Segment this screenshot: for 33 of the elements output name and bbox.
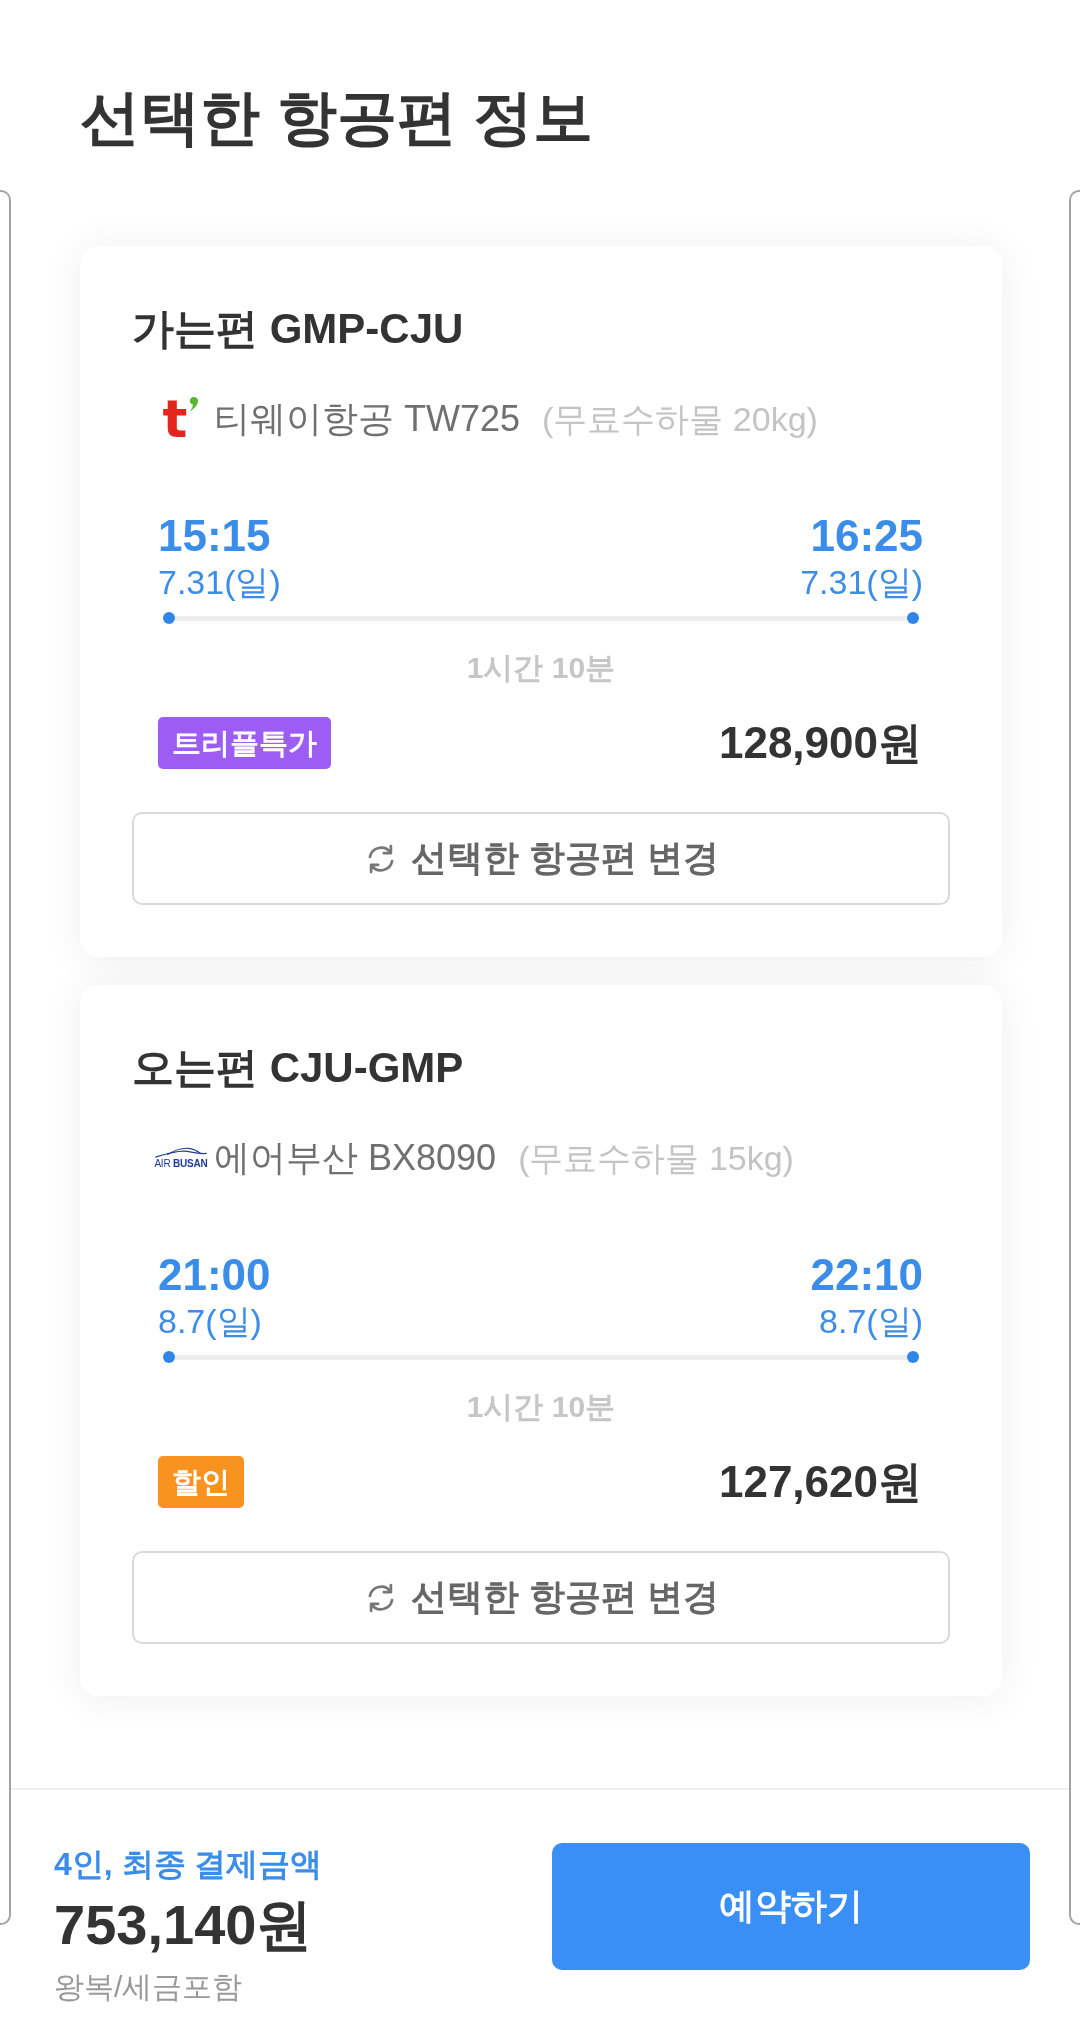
arrival-date: 7.31(일) bbox=[800, 562, 923, 602]
dot-icon bbox=[907, 612, 919, 624]
flight-heading: 가는편 GMP-CJU bbox=[132, 304, 465, 354]
total-price: 753,140원 bbox=[54, 1896, 314, 1954]
airline-logo: AIR BUSAN bbox=[150, 1147, 212, 1169]
dot-icon bbox=[163, 612, 175, 624]
payment-label: 4인, 최종 결제금액 bbox=[54, 1845, 323, 1883]
airline-logo: t bbox=[150, 396, 212, 442]
baggage-allowance: (무료수하물 20kg) bbox=[542, 399, 818, 440]
dot-icon bbox=[907, 1351, 919, 1363]
flight-duration: 1시간 10분 bbox=[465, 650, 617, 686]
flight-name: 티웨이항공 TW725 bbox=[214, 397, 521, 441]
change-flight-button[interactable]: 선택한 항공편 변경 bbox=[132, 1551, 950, 1644]
flight-heading: 오는편 CJU-GMP bbox=[132, 1043, 465, 1093]
fare-badge: 할인 bbox=[158, 1456, 244, 1508]
flight-price: 128,900원 bbox=[718, 717, 922, 769]
departure-time: 15:15 bbox=[158, 512, 272, 560]
change-flight-button[interactable]: 선택한 항공편 변경 bbox=[132, 812, 950, 905]
departure-date: 7.31(일) bbox=[158, 562, 281, 602]
fare-badge: 트리플특가 bbox=[158, 717, 331, 769]
book-button[interactable]: 예약하기 bbox=[552, 1843, 1030, 1970]
flight-duration: 1시간 10분 bbox=[465, 1389, 617, 1425]
page-title: 선택한 항공편 정보 bbox=[80, 83, 594, 153]
price-note: 왕복/세금포함 bbox=[54, 1969, 244, 2005]
arrival-time: 22:10 bbox=[810, 1251, 923, 1299]
dot-icon bbox=[163, 1351, 175, 1363]
arrival-time: 16:25 bbox=[810, 512, 923, 560]
departure-time: 21:00 bbox=[158, 1251, 271, 1299]
arrival-date: 8.7(일) bbox=[819, 1301, 923, 1341]
departure-date: 8.7(일) bbox=[158, 1301, 263, 1341]
flight-name: 에어부산 BX8090 bbox=[214, 1136, 497, 1180]
baggage-allowance: (무료수하물 15kg) bbox=[518, 1138, 794, 1179]
flight-price: 127,620원 bbox=[718, 1456, 922, 1508]
